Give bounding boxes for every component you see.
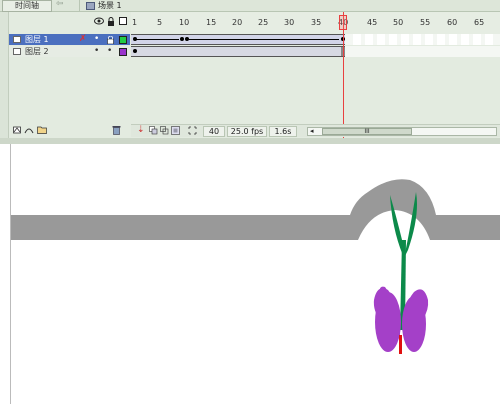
ruler-number: 1 [132,18,138,27]
tab-timeline[interactable]: 时间轴 [2,0,52,12]
playhead[interactable] [343,12,344,138]
timeline-status-bar: ⇣ 40 25.0 fps 1.6s ◂ III [131,124,500,137]
ruler-number: 60 [447,18,458,27]
ruler-number: 50 [393,18,404,27]
center-frame-icon[interactable]: ⇣ [137,126,146,135]
new-folder-icon[interactable] [37,125,47,134]
frame-cell [377,34,385,45]
tween-arrow [135,39,179,40]
keyframe[interactable] [133,37,137,41]
ground-shape [10,179,500,240]
frame-cell [365,34,373,45]
layer-tools [9,124,130,136]
stage-border [10,144,11,404]
tween-arrow [189,39,339,40]
ruler-number: 45 [367,18,378,27]
ruler-number: 30 [284,18,295,27]
timeline-topbar: 时间轴 ⇦ 场景 1 [0,0,500,12]
ruler-number: 55 [420,18,431,27]
frame-cell [413,34,421,45]
petal-left-lobe [375,292,401,352]
frame-cell [485,34,493,45]
frame-cell [389,34,397,45]
layer-2-frames[interactable] [131,46,500,57]
keyframe[interactable] [180,37,184,41]
ruler-number: 25 [258,18,269,27]
frame-cell [449,34,457,45]
stage-artwork [10,179,500,354]
visibility-dot[interactable]: • [94,34,99,45]
timeline-edge [0,12,9,138]
ruler-number: 10 [179,18,190,27]
frame-rate-display[interactable]: 25.0 fps [227,126,267,137]
back-arrow-icon[interactable]: ⇦ [56,0,76,11]
layer-row-1[interactable]: 图层 1 ✗ • [9,34,130,45]
new-layer-icon[interactable] [13,125,22,134]
layer-header [9,16,130,30]
eye-icon[interactable] [94,17,104,25]
current-frame-display: 40 [203,126,225,137]
outline-toggle-icon[interactable] [119,17,127,25]
frame-ruler[interactable]: 1 5 10 15 20 25 30 35 40 45 50 55 60 65 [131,12,500,34]
layer-row-2[interactable]: 图层 2 • • [9,46,130,57]
motion-guide-icon[interactable] [24,125,34,134]
frame-cell [473,34,481,45]
onion-skin-icon[interactable] [149,126,158,135]
frame-cell [353,34,361,45]
timeline-panel: 图层 1 ✗ • 图层 2 • • 1 5 10 15 20 25 30 35 … [0,12,500,138]
ruler-number: 15 [206,18,217,27]
frame-cell [461,34,469,45]
ruler-number: 20 [232,18,243,27]
static-span[interactable] [131,46,345,57]
lock-dot[interactable]: • [107,46,112,57]
layer-list: 图层 1 ✗ • 图层 2 • • [9,12,130,138]
layer-icon [13,36,21,43]
watermark-logo: 脚本之家 [405,377,466,395]
playhead-handle[interactable] [339,15,347,30]
edit-multiple-icon[interactable] [171,126,180,135]
layer-name: 图层 2 [25,47,49,56]
trash-icon[interactable] [112,125,122,135]
ruler-number: 5 [157,18,163,27]
frames-area: 1 5 10 15 20 25 30 35 40 45 50 55 60 65 [131,12,500,138]
scene-icon [86,2,95,10]
layer-color-box[interactable] [119,48,127,56]
frame-cell [401,34,409,45]
frame-cell [437,34,445,45]
elapsed-time-display: 1.6s [269,126,297,137]
keyframe[interactable] [133,49,137,53]
scene-label[interactable]: 场景 1 [98,0,122,11]
layer-name: 图层 1 [25,35,49,44]
watermark-site: jb51.net [437,360,483,373]
stage-canvas[interactable] [0,144,500,404]
layer-1-frames[interactable] [131,34,500,45]
frame-cell [425,34,433,45]
divider [79,0,80,12]
root-red [399,335,402,354]
ruler-number: 65 [474,18,485,27]
layer-color-box[interactable] [119,36,127,44]
lock-icon[interactable] [107,17,115,26]
modify-markers-icon[interactable] [188,126,197,135]
layer-icon [13,48,21,55]
timeline-scrollbar[interactable]: ◂ III [307,127,497,136]
visibility-dot[interactable]: • [94,46,99,57]
pencil-x-icon: ✗ [79,34,87,44]
flash-window: 时间轴 ⇦ 场景 1 图层 1 ✗ • 图层 2 • • 1 5 10 15 2… [0,0,500,404]
scrollbar-thumb[interactable]: III [322,128,412,135]
onion-outline-icon[interactable] [160,126,169,135]
petal-right-lobe [402,296,426,352]
ruler-number: 35 [311,18,322,27]
